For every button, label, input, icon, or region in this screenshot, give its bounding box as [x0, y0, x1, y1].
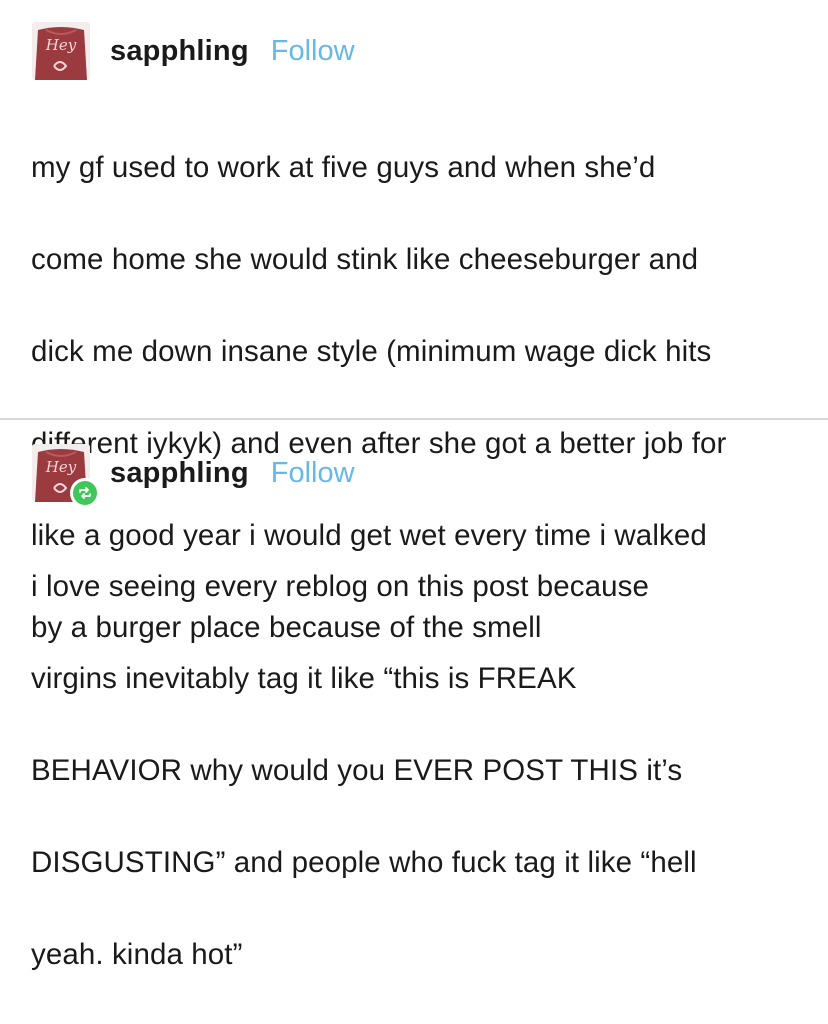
post-line: BEHAVIOR why would you EVER POST THIS it… [31, 754, 683, 787]
avatar[interactable]: Hey [32, 444, 100, 508]
avatar-text: Hey [45, 458, 77, 476]
username[interactable]: sapphling [110, 35, 249, 68]
avatar-image: Hey [32, 22, 90, 80]
reblog-icon [70, 478, 100, 508]
post-header: Hey sapphling Follow [32, 442, 355, 508]
post-line: yeah. kinda hot” [31, 938, 243, 971]
post-divider [0, 418, 828, 420]
post-body: i love seeing every reblog on this post … [31, 518, 811, 1024]
post-line: DISGUSTING” and people who fuck tag it l… [31, 846, 697, 879]
follow-button[interactable]: Follow [271, 35, 355, 68]
post-line: i love seeing every reblog on this post … [31, 570, 650, 603]
post-line: my gf used to work at five guys and when… [31, 151, 656, 184]
post-line: come home she would stink like cheesebur… [31, 243, 699, 276]
follow-button[interactable]: Follow [271, 457, 355, 490]
avatar[interactable]: Hey [32, 22, 90, 80]
avatar-text: Hey [45, 36, 77, 54]
username[interactable]: sapphling [110, 457, 249, 490]
post-line: virgins inevitably tag it like “this is … [31, 662, 577, 695]
post-line: dick me down insane style (minimum wage … [31, 335, 712, 368]
post-header: Hey sapphling Follow [32, 20, 355, 82]
